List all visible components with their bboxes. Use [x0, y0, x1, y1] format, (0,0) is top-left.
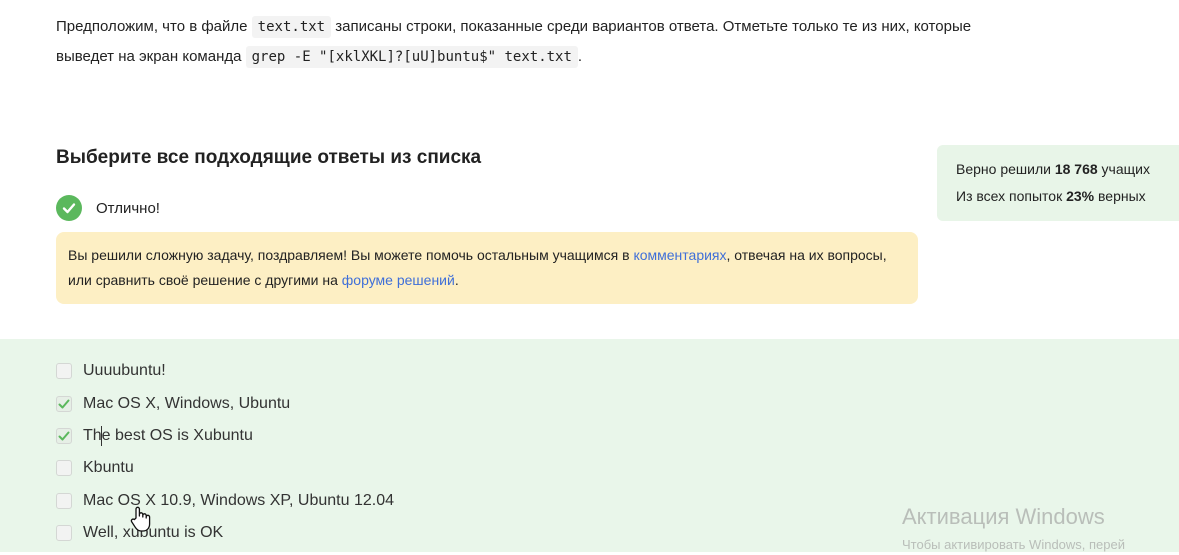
- success-rate: 23%: [1066, 188, 1095, 204]
- solved-count-line: Верно решили 18 768 учащих: [956, 161, 1150, 177]
- option-4[interactable]: Kbuntu: [56, 452, 134, 484]
- stats-panel: Верно решили 18 768 учащих Из всех попыт…: [937, 145, 1179, 221]
- option-1-checkbox[interactable]: [56, 363, 72, 379]
- option-3-checkbox[interactable]: [56, 428, 72, 444]
- solutions-forum-link[interactable]: форуме решений: [342, 272, 455, 288]
- checkmark-icon: [58, 431, 70, 441]
- question-line-2: выведет на экран команда grep -E "[xklXK…: [56, 42, 1179, 72]
- solved-count: 18 768: [1054, 161, 1098, 177]
- text-caret: [101, 426, 102, 446]
- check-circle-icon: [56, 195, 82, 221]
- checkmark-icon: [58, 399, 70, 409]
- option-2-checkbox[interactable]: [56, 396, 72, 412]
- watermark-subtitle: Чтобы активировать Windows, перей: [902, 537, 1126, 552]
- option-5[interactable]: Mac OS X 10.9, Windows XP, Ubuntu 12.04: [56, 485, 394, 517]
- option-label: Kbuntu: [83, 459, 134, 476]
- comments-link[interactable]: комментариях: [633, 247, 726, 263]
- section-heading: Выберите все подходящие ответы из списка: [56, 147, 482, 168]
- hand-cursor-icon: [129, 505, 153, 538]
- option-3[interactable]: The best OS is Xubuntu: [56, 420, 253, 452]
- congrats-note: Вы решили сложную задачу, поздравляем! В…: [56, 232, 918, 304]
- status-label: Отлично!: [96, 199, 160, 217]
- option-label: Well, xubuntu is OK: [83, 524, 224, 541]
- option-6-checkbox[interactable]: [56, 525, 72, 541]
- result-status: Отлично!: [56, 195, 160, 221]
- watermark-title: Активация Windows: [902, 504, 1105, 529]
- option-5-checkbox[interactable]: [56, 493, 72, 509]
- option-label: The best OS is Xubuntu: [83, 427, 253, 444]
- windows-activation-watermark: Активация Windows Чтобы активировать Win…: [902, 505, 1125, 555]
- option-label: Mac OS X, Windows, Ubuntu: [83, 395, 291, 412]
- question-text: Предположим, что в файле text.txt записа…: [56, 12, 1179, 72]
- option-4-checkbox[interactable]: [56, 460, 72, 476]
- option-label: Uuuubuntu!: [83, 362, 166, 379]
- command-code: grep -E "[xklXKL]?[uU]buntu$" text.txt: [245, 46, 578, 68]
- option-2[interactable]: Mac OS X, Windows, Ubuntu: [56, 388, 290, 420]
- question-line-1: Предположим, что в файле text.txt записа…: [56, 12, 1179, 42]
- success-rate-line: Из всех попыток 23% верных: [956, 188, 1146, 204]
- filename-code: text.txt: [251, 16, 332, 38]
- option-1[interactable]: Uuuubuntu!: [56, 355, 166, 387]
